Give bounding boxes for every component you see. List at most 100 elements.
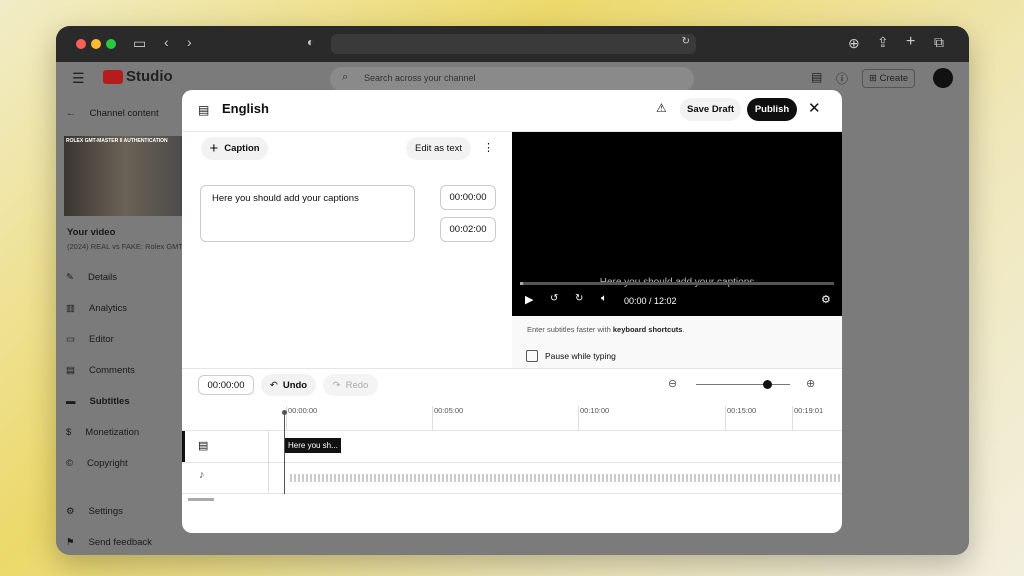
reload-icon[interactable]: ↻ [682, 36, 690, 47]
timeline-tick [432, 406, 433, 430]
add-caption-button[interactable]: + Caption [201, 137, 268, 160]
analytics-icon: ▥ [66, 303, 75, 314]
sidebar-item-monetization[interactable]: $ Monetization [66, 427, 139, 438]
forward-icon[interactable]: › [187, 34, 192, 50]
browser-toolbar: ▭ ‹ › ◐ ↻ ⊕ ⇪ + ⧉ [56, 26, 969, 62]
timeline-tick [792, 406, 793, 430]
seek-progress [520, 282, 524, 285]
back-to-channel-content[interactable]: ← Channel content [66, 108, 159, 119]
maximize-window-button[interactable] [106, 39, 116, 49]
tabs-icon[interactable]: ⧉ [934, 34, 944, 51]
redo-icon: ↷ [332, 379, 341, 391]
redo-button[interactable]: ↷ Redo [323, 374, 378, 396]
zoom-out-icon[interactable]: ⊖ [668, 377, 677, 390]
video-title: (2024) REAL vs FAKE: Rolex GMT- [67, 242, 186, 251]
shield-icon: ◐ [307, 35, 315, 49]
forward-10-icon[interactable]: ↻ [575, 293, 583, 304]
publish-button[interactable]: Publish [747, 98, 797, 121]
undo-icon: ↶ [269, 379, 278, 391]
back-icon[interactable]: ‹ [164, 34, 169, 50]
sidebar-item-editor[interactable]: ▭ Editor [66, 334, 114, 345]
sidebar-item-label: Comments [88, 365, 135, 376]
track-divider [268, 431, 269, 493]
audio-waveform [290, 474, 840, 482]
divider [182, 430, 842, 431]
download-icon[interactable]: ⊕ [848, 35, 860, 52]
close-window-button[interactable] [76, 39, 86, 49]
music-note-icon: ♪ [199, 469, 205, 481]
subtitles-icon: ▤ [198, 103, 210, 117]
feedback-icon: ⚑ [66, 537, 75, 548]
keyboard-shortcuts-link[interactable]: keyboard shortcuts [613, 325, 683, 334]
studio-logo: Studio [126, 68, 173, 85]
rewind-10-icon[interactable]: ↺ [550, 293, 558, 304]
video-player[interactable]: Here you should add your captions ▶ ↺ ↻ … [512, 132, 842, 316]
undo-button[interactable]: ↶ Undo [261, 374, 316, 396]
search-icon: ⌕ [342, 71, 349, 83]
volume-icon[interactable]: 🔈︎ [601, 293, 607, 304]
more-options-icon[interactable]: ⋮ [483, 141, 494, 154]
search-placeholder: Search across your channel [364, 73, 476, 83]
youtube-logo-icon [103, 70, 123, 84]
share-icon[interactable]: ⇪ [877, 34, 889, 51]
save-draft-button[interactable]: Save Draft [680, 98, 741, 121]
video-thumbnail[interactable]: ROLEX GMT-MASTER II AUTHENTICATION [64, 136, 186, 216]
timeline-tick-label: 00:19:01 [794, 406, 824, 415]
caption-start-time-input[interactable]: 00:00:00 [440, 185, 496, 210]
playhead[interactable] [282, 410, 287, 494]
sidebar-item-subtitles[interactable]: ▬ Subtitles [66, 396, 130, 407]
zoom-in-icon[interactable]: ⊕ [806, 377, 815, 390]
address-bar[interactable]: ↻ [331, 34, 696, 54]
seek-bar[interactable] [520, 282, 834, 285]
feedback-icon[interactable]: ⚠ [656, 101, 667, 115]
horizontal-scrollbar[interactable] [188, 498, 214, 501]
editor-icon: ▭ [66, 334, 75, 345]
timeline-tick-label: 00:15:00 [727, 406, 757, 415]
back-arrow-icon: ← [66, 108, 76, 119]
zoom-slider-handle[interactable] [762, 380, 772, 389]
create-button[interactable]: ⊞ Create [862, 69, 916, 88]
sidebar-item-label: Analytics [88, 303, 127, 314]
subtitles-track-icon: ▤ [198, 440, 209, 452]
sidebar-item-details[interactable]: ✎ Details [66, 272, 117, 283]
zoom-slider[interactable] [696, 380, 790, 389]
sidebar-item-label: Subtitles [89, 396, 130, 407]
timeline-tick-label: 00:00:00 [288, 406, 318, 415]
edit-as-text-button[interactable]: Edit as text [406, 137, 471, 160]
pause-while-typing-checkbox[interactable] [526, 350, 538, 362]
new-tab-icon[interactable]: + [906, 33, 915, 51]
play-icon[interactable]: ▶ [525, 293, 533, 306]
timeline-tick [578, 406, 579, 430]
sidebar-item-settings[interactable]: ⚙ Settings [66, 506, 123, 517]
menu-icon[interactable]: ☰ [72, 70, 85, 87]
sidebar-item-label: Copyright [87, 458, 128, 469]
sidebar-item-label: Monetization [85, 427, 140, 438]
sidebar-item-feedback[interactable]: ⚑ Send feedback [66, 537, 152, 548]
subtitles-icon: ▬ [66, 396, 76, 407]
minimize-window-button[interactable] [91, 39, 101, 49]
close-icon[interactable]: ✕ [808, 99, 821, 117]
thumbnail-text: ROLEX GMT-MASTER II AUTHENTICATION [66, 138, 168, 144]
dialog-title: English [222, 101, 269, 116]
sidebar-icon[interactable]: ▭ [133, 35, 146, 52]
captions-icon[interactable]: ▤ [811, 70, 822, 84]
subtitles-dialog: ▤ English ⚠ Save Draft Publish ✕ + Captio… [182, 90, 842, 533]
search-input[interactable]: Search across your channel ⌕ [330, 67, 694, 91]
gear-icon[interactable]: ⚙ [821, 293, 831, 306]
active-track-indicator [182, 431, 185, 462]
dollar-icon: $ [66, 427, 72, 438]
caption-end-time-input[interactable]: 00:02:00 [440, 217, 496, 242]
player-footer: Enter subtitles faster with keyboard sho… [512, 316, 842, 368]
sidebar-item-label: Details [87, 272, 118, 283]
copyright-icon: © [66, 458, 73, 469]
timeline-tick [725, 406, 726, 430]
sidebar-item-comments[interactable]: ▤ Comments [66, 365, 135, 376]
sidebar-item-analytics[interactable]: ▥ Analytics [66, 303, 127, 314]
divider [182, 462, 842, 463]
help-icon[interactable]: ⓘ [836, 70, 848, 87]
caption-chip[interactable]: Here you sh... [285, 438, 341, 453]
timeline-current-time[interactable]: 00:00:00 [198, 375, 254, 395]
sidebar-item-copyright[interactable]: © Copyright [66, 458, 128, 469]
avatar[interactable] [933, 68, 953, 88]
caption-text-input[interactable]: Here you should add your captions [200, 185, 415, 242]
